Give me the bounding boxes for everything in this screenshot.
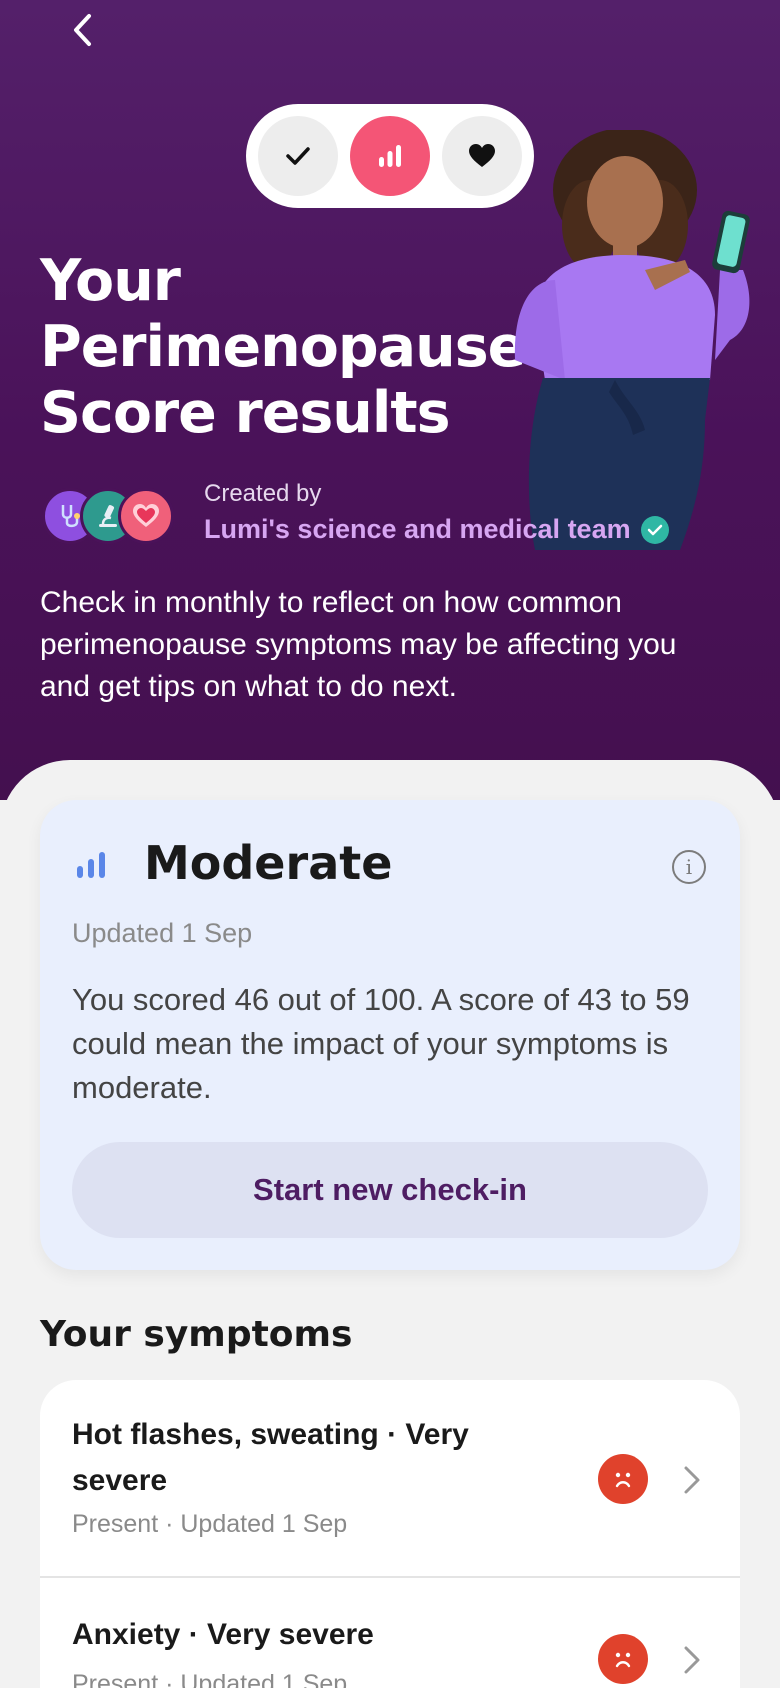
chevron-right-icon <box>684 1466 700 1494</box>
title-line: Score results <box>40 380 451 446</box>
chevron-left-icon <box>74 14 91 46</box>
sad-face-icon <box>598 1634 648 1684</box>
hero-header: Your Perimenopause Score results Created… <box>0 0 780 800</box>
author-team-name: Lumi's science and medical team <box>204 514 631 544</box>
symptom-row[interactable]: Anxiety · Very severe Present · Updated … <box>40 1580 740 1688</box>
avatar <box>118 488 174 544</box>
score-level: Moderate <box>144 836 393 890</box>
symptom-meta: Present · Updated 1 Sep <box>72 1670 348 1688</box>
bar-chart-icon <box>379 145 401 167</box>
sad-face-icon <box>598 1454 648 1504</box>
heart-icon <box>133 504 159 527</box>
presenter-illustration <box>514 130 750 550</box>
created-by-label: Created by <box>204 480 322 507</box>
back-button[interactable] <box>62 10 102 50</box>
chevron-right-icon <box>684 1646 700 1674</box>
bar-chart-icon <box>77 852 105 878</box>
score-updated: Updated 1 Sep <box>72 918 253 948</box>
tab-score-results[interactable] <box>350 116 430 196</box>
author-team: Lumi's science and medical team <box>204 514 669 545</box>
heart-icon <box>469 144 495 167</box>
symptom-meta: Present · Updated 1 Sep <box>72 1510 348 1538</box>
verified-badge-icon <box>640 515 669 544</box>
symptoms-heading: Your symptoms <box>40 1314 353 1355</box>
author-avatars <box>42 488 182 544</box>
score-summary: You scored 46 out of 100. A score of 43 … <box>72 982 690 1105</box>
tab-checkin[interactable] <box>258 116 338 196</box>
symptoms-list: Hot flashes, sweating · Very severe Pres… <box>40 1380 740 1688</box>
title-line: Perimenopause <box>40 314 526 380</box>
start-checkin-button[interactable]: Start new check-in <box>72 1142 708 1238</box>
page-description: Check in monthly to reflect on how commo… <box>40 586 677 703</box>
title-line: Your <box>40 248 181 314</box>
checkmark-icon <box>286 147 310 165</box>
section-switcher <box>246 104 534 208</box>
score-card: Moderate i Updated 1 Sep You scored 46 o… <box>40 800 740 1270</box>
symptom-row[interactable]: Hot flashes, sweating · Very severe Pres… <box>40 1380 740 1578</box>
symptom-name: Anxiety · Very severe <box>72 1618 374 1651</box>
symptom-name: Hot flashes, sweating · Very severe <box>72 1418 469 1497</box>
page-title: Your Perimenopause Score results <box>40 248 540 446</box>
info-icon[interactable]: i <box>672 850 706 884</box>
